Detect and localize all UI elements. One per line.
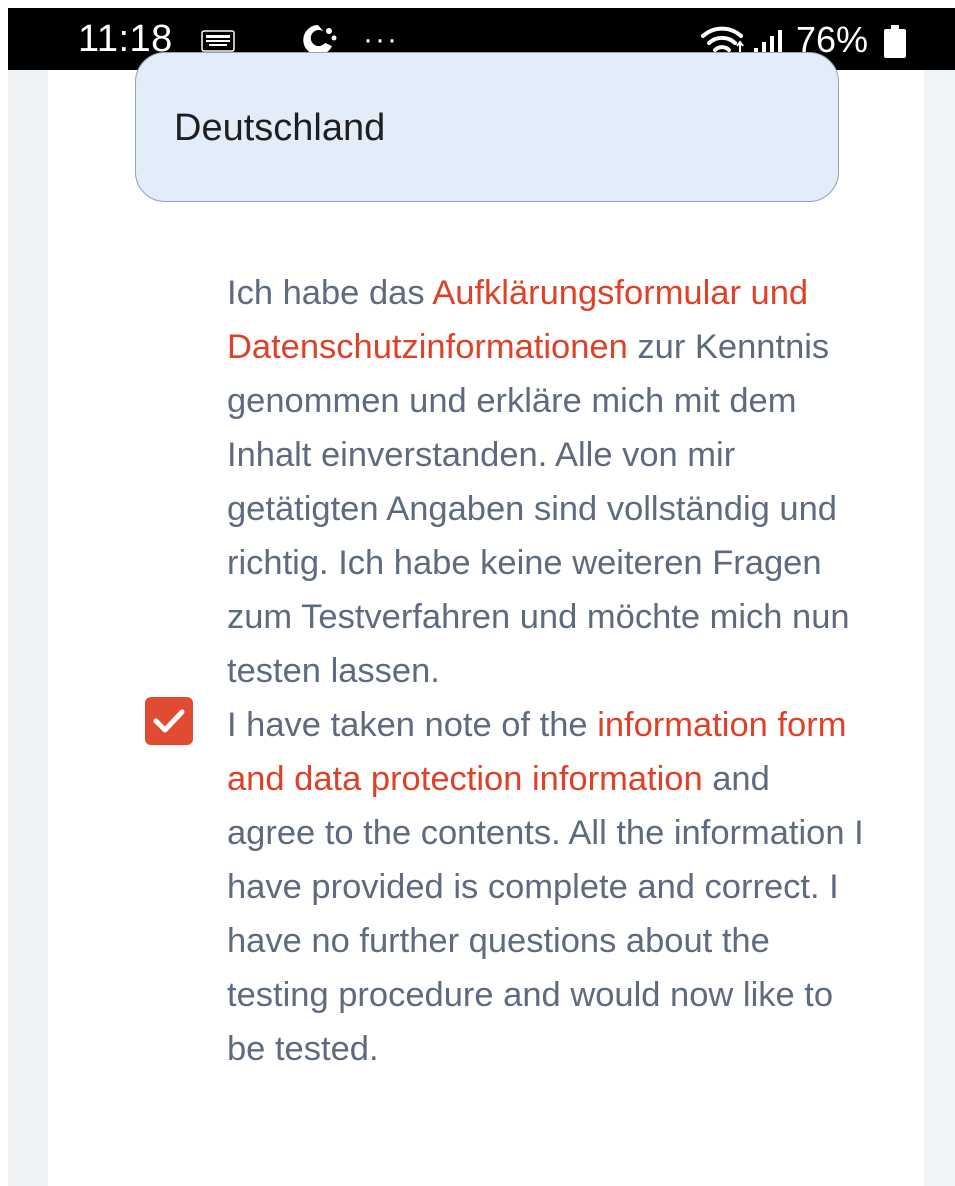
checkmark-icon — [153, 709, 185, 733]
battery-icon — [883, 25, 907, 59]
consent-text-en: I have taken note of the — [227, 706, 598, 744]
page-margin — [924, 70, 955, 1186]
consent-text-en-end: and agree to the contents. All the infor… — [227, 760, 864, 1068]
consent-text-de-end: zur Kenntnis genommen und erkläre mich m… — [227, 328, 850, 690]
consent-text[interactable]: Ich habe das Aufklärungsformular und Dat… — [227, 266, 867, 1076]
screen-edge — [0, 0, 8, 1186]
consent-text-de: Ich habe das — [227, 274, 433, 312]
country-select-value: Deutschland — [174, 107, 386, 149]
notification-icon — [201, 30, 235, 52]
consent-checkbox[interactable] — [145, 697, 193, 745]
